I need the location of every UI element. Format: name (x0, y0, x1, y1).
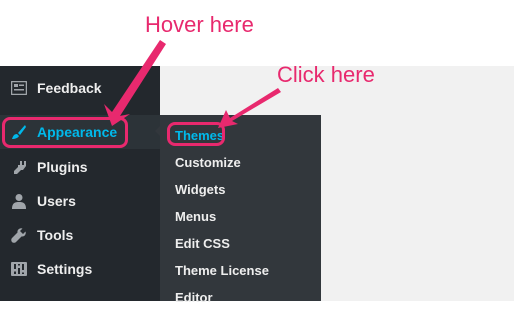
hover-arrow (104, 40, 166, 126)
click-here-label: Click here (277, 62, 375, 87)
annotation-arrows (104, 40, 281, 128)
hover-here-label: Hover here (145, 12, 254, 37)
click-arrow (218, 88, 281, 128)
